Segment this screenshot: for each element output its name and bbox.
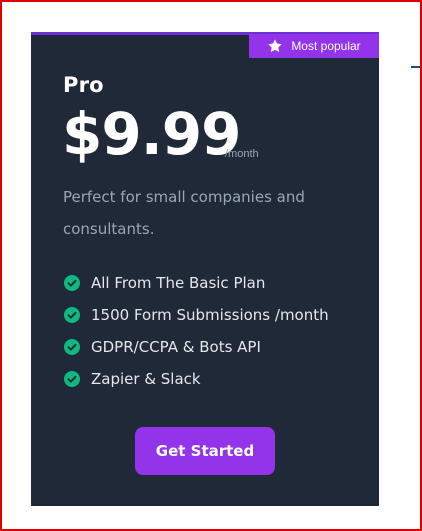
check-circle-icon — [64, 275, 80, 291]
badge-label: Most popular — [291, 39, 361, 53]
check-circle-icon — [64, 339, 80, 355]
check-circle-icon — [64, 307, 80, 323]
star-icon — [267, 38, 283, 54]
divider-line — [411, 66, 422, 68]
most-popular-badge: Most popular — [249, 34, 379, 58]
feature-label: GDPR/CCPA & Bots API — [91, 338, 261, 356]
get-started-button[interactable]: Get Started — [135, 427, 275, 475]
feature-label: 1500 Form Submissions /month — [91, 306, 329, 324]
feature-list: All From The Basic Plan 1500 Form Submis… — [64, 267, 329, 395]
billing-period: /month — [225, 148, 259, 160]
pricing-card-pro: Most popular Pro $9.99 /month Perfect fo… — [31, 32, 379, 506]
feature-item: All From The Basic Plan — [64, 267, 329, 299]
plan-name: Pro — [63, 73, 104, 97]
check-circle-icon — [64, 371, 80, 387]
feature-label: All From The Basic Plan — [91, 274, 266, 292]
feature-item: Zapier & Slack — [64, 363, 329, 395]
feature-item: GDPR/CCPA & Bots API — [64, 331, 329, 363]
plan-description: Perfect for small companies and consulta… — [63, 188, 305, 238]
plan-price: $9.99 — [62, 100, 241, 168]
feature-item: 1500 Form Submissions /month — [64, 299, 329, 331]
feature-label: Zapier & Slack — [91, 370, 201, 388]
